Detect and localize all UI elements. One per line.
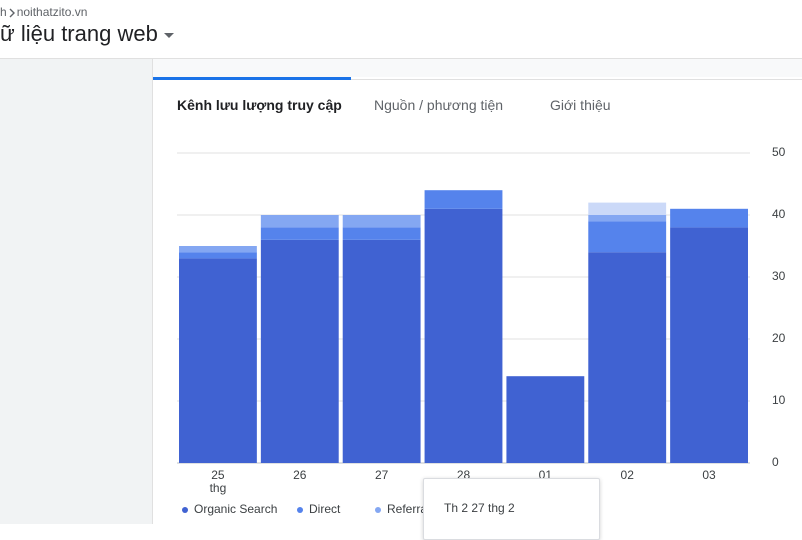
active-section-indicator bbox=[153, 77, 351, 80]
legend-dot bbox=[182, 506, 188, 513]
legend-label: Organic Search bbox=[194, 502, 278, 516]
page-title: ữ liệu trang web bbox=[0, 21, 158, 46]
breadcrumb-site[interactable]: noithatzito.vn bbox=[17, 5, 88, 19]
chart-tooltip: Th 2 27 thg 2 bbox=[423, 478, 600, 540]
chevron-right-icon bbox=[7, 5, 17, 19]
tab-source-medium[interactable]: Nguồn / phương tiện bbox=[374, 97, 503, 113]
tab-referrals[interactable]: Giới thiệu bbox=[550, 97, 611, 113]
legend-organic-search[interactable]: Organic Search bbox=[182, 502, 277, 516]
bar-segment-02-s3[interactable] bbox=[588, 202, 667, 215]
bar-segment-27-s2[interactable] bbox=[342, 215, 421, 228]
x-tick-label: 27 bbox=[374, 468, 389, 482]
bar-segment-02-s0[interactable] bbox=[588, 252, 667, 463]
bar-segment-03-s0[interactable] bbox=[670, 227, 748, 463]
bar-segment-27-s0[interactable] bbox=[342, 239, 421, 463]
x-tick-label: 25 bbox=[211, 468, 225, 482]
x-tick-label: 02 bbox=[620, 468, 634, 482]
y-tick-label: 20 bbox=[772, 331, 786, 345]
bar-segment-27-s1[interactable] bbox=[342, 227, 421, 240]
y-tick-label: 50 bbox=[772, 145, 786, 159]
x-tick-label: 03 bbox=[702, 468, 716, 482]
x-tick-sublabel: thg bbox=[209, 481, 227, 495]
bar-segment-26-s0[interactable] bbox=[260, 239, 339, 463]
dropdown-caret-icon bbox=[163, 32, 174, 38]
bar-segment-26-s2[interactable] bbox=[260, 215, 339, 228]
traffic-chart bbox=[177, 152, 750, 464]
y-tick-label: 10 bbox=[772, 393, 786, 407]
tooltip-date: Th 2 27 thg 2 bbox=[444, 501, 515, 515]
card-top-strip bbox=[153, 59, 802, 77]
breadcrumb-account[interactable]: h bbox=[0, 5, 7, 19]
bar-segment-25-s1[interactable] bbox=[179, 252, 257, 259]
tab-traffic-channel[interactable]: Kênh lưu lượng truy cập bbox=[177, 97, 342, 113]
bar-segment-26-s1[interactable] bbox=[260, 227, 339, 240]
legend-dot bbox=[297, 506, 303, 513]
header-bar: h noithatzito.vn ữ liệu trang web bbox=[0, 0, 802, 59]
left-panel bbox=[0, 59, 152, 524]
bar-segment-01-s0[interactable] bbox=[506, 376, 585, 463]
legend-label: Direct bbox=[309, 502, 341, 516]
legend-dot bbox=[375, 506, 381, 513]
property-selector[interactable]: ữ liệu trang web bbox=[0, 21, 174, 47]
bar-segment-28-s1[interactable] bbox=[424, 190, 503, 209]
bar-segment-02-s1[interactable] bbox=[588, 221, 667, 253]
legend-direct[interactable]: Direct bbox=[297, 502, 340, 516]
breadcrumb: h noithatzito.vn bbox=[0, 5, 87, 19]
bar-segment-25-s2[interactable] bbox=[179, 246, 257, 253]
bar-segment-03-s1[interactable] bbox=[670, 208, 748, 228]
y-tick-label: 30 bbox=[772, 269, 786, 283]
y-tick-label: 40 bbox=[772, 207, 786, 221]
legend-referral[interactable]: Referral bbox=[375, 502, 430, 516]
bar-segment-02-s2[interactable] bbox=[588, 215, 667, 222]
card-divider bbox=[351, 79, 802, 80]
x-tick-label: 26 bbox=[293, 468, 307, 482]
bar-segment-25-s0[interactable] bbox=[179, 258, 257, 463]
bar-segment-28-s0[interactable] bbox=[424, 208, 503, 463]
traffic-card: Kênh lưu lượng truy cập Nguồn / phương t… bbox=[152, 59, 802, 540]
y-tick-label: 0 bbox=[772, 455, 779, 469]
